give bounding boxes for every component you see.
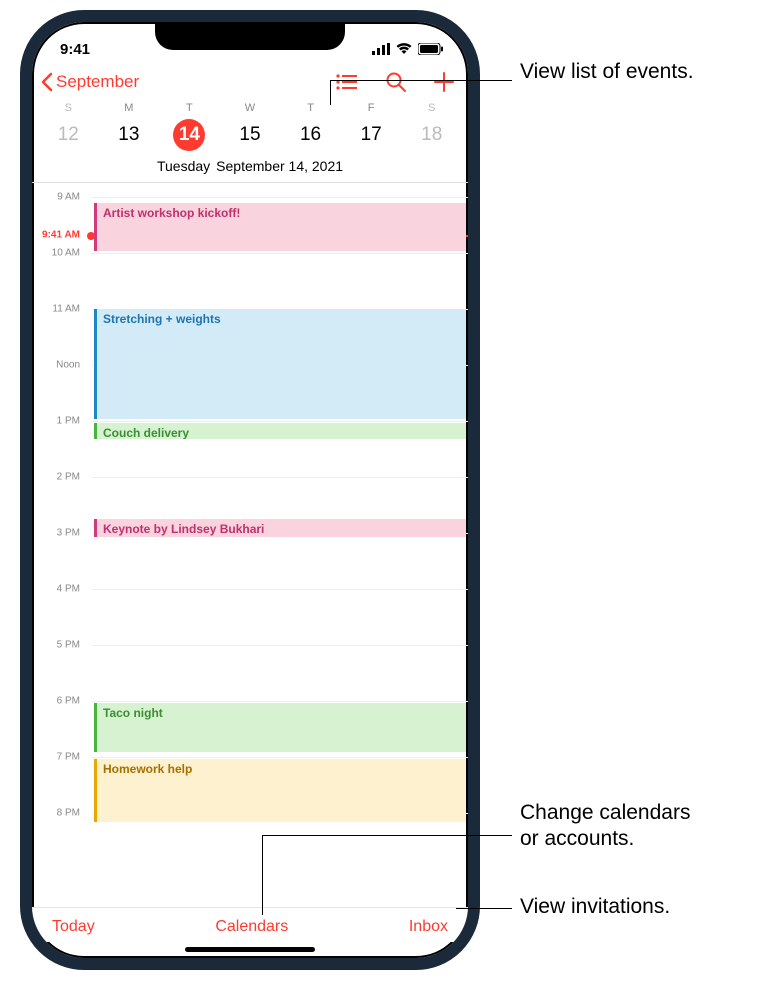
day-cell[interactable]: 12 [38,118,99,152]
calendar-event[interactable]: Artist workshop kickoff! [94,203,466,251]
hour-label: 6 PM [32,696,86,707]
bottom-toolbar: Today Calendars Inbox [32,907,468,942]
day-cell[interactable]: 15 [220,118,281,152]
day-cell[interactable]: 18 [401,118,462,152]
today-button[interactable]: Today [52,918,95,936]
device-notch [155,22,345,50]
inbox-button[interactable]: Inbox [409,918,448,936]
hour-label: 1 PM [32,416,86,427]
status-indicators [372,43,444,55]
hour-gridline [92,645,468,646]
wifi-icon [396,43,412,55]
callout-change-calendars: Change calendars or accounts. [520,800,690,853]
hour-label: 3 PM [32,528,86,539]
calendar-event[interactable]: Couch delivery [94,423,466,439]
hour-label: 9 AM [32,192,86,203]
date-full: September 14, 2021 [216,158,343,174]
weekday-label: T [280,102,341,114]
hour-gridline [92,197,468,198]
calendar-event[interactable]: Taco night [94,703,466,753]
hour-label: 10 AM [32,248,86,259]
hour-label: 11 AM [32,304,86,315]
calendar-event[interactable]: Keynote by Lindsey Bukhari [94,519,466,537]
calendar-event[interactable]: Stretching + weights [94,309,466,419]
weekday-label: W [220,102,281,114]
date-title: Tuesday September 14, 2021 [32,158,468,183]
hour-gridline [92,589,468,590]
day-cell[interactable]: 16 [280,118,341,152]
hour-label: 5 PM [32,640,86,651]
day-cell[interactable]: 14 [159,118,220,152]
add-icon[interactable] [434,72,454,92]
chevron-left-icon [40,72,54,92]
nav-bar: September [32,66,468,98]
cellular-icon [372,43,390,55]
status-time: 9:41 [60,41,90,58]
battery-icon [418,43,444,55]
hour-gridline [92,253,468,254]
hour-label: 7 PM [32,752,86,763]
back-label: September [56,72,139,92]
calendar-event[interactable]: Homework help [94,759,466,823]
current-time-label: 9:41 AM [32,230,86,241]
search-icon[interactable] [386,72,406,92]
weekday-label: S [38,102,99,114]
hour-label: 8 PM [32,808,86,819]
list-icon[interactable] [336,73,358,91]
hour-label: 2 PM [32,472,86,483]
weekday-label: M [99,102,160,114]
weekday-label: S [401,102,462,114]
day-numbers: 12131415161718 [32,114,468,158]
day-timeline[interactable]: 9 AM 10 AM 11 AM Noon 1 PM 2 PM 3 PM 4 PM 5 PM 6 … [32,183,468,863]
weekday-label: T [159,102,220,114]
weekday-label: F [341,102,402,114]
hour-gridline [92,477,468,478]
calendars-button[interactable]: Calendars [215,918,288,936]
date-dow: Tuesday [157,158,210,174]
weekday-header: SMTWTFS [32,102,468,114]
hour-label: 4 PM [32,584,86,595]
back-button[interactable]: September [40,72,139,92]
callout-list-events: View list of events. [520,60,694,84]
day-cell[interactable]: 17 [341,118,402,152]
callout-view-invitations: View invitations. [520,895,670,919]
phone-frame: 9:41 September [20,10,480,970]
home-indicator [185,947,315,952]
day-cell[interactable]: 13 [99,118,160,152]
hour-label: Noon [32,360,86,371]
